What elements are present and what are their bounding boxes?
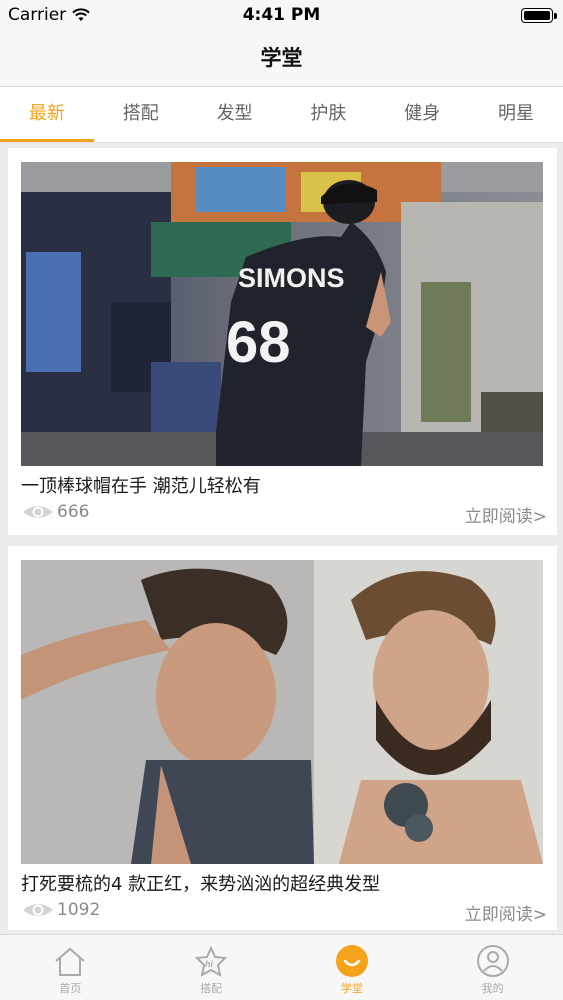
eye-icon: [23, 904, 53, 916]
tab-fitness[interactable]: 健身: [375, 87, 469, 142]
view-count-label: 1092: [57, 900, 101, 920]
bottom-tab-bar: 首页 hi 搭配 学堂 我的: [0, 934, 563, 1000]
smile-icon: [335, 945, 368, 977]
nav-bar: 学堂: [0, 30, 563, 87]
article-image[interactable]: [21, 560, 543, 864]
tab-celebrity[interactable]: 明星: [469, 87, 563, 142]
jersey-name: SIMONS: [238, 263, 345, 293]
article-card[interactable]: SIMONS 68 一顶棒球帽在手 潮范儿轻松有 666 立即阅读>: [8, 148, 557, 535]
article-title[interactable]: 一顶棒球帽在手 潮范儿轻松有: [21, 472, 261, 498]
home-icon: [55, 947, 86, 976]
hairstyle-photo: [21, 560, 543, 864]
svg-text:hi: hi: [205, 959, 213, 969]
page-title: 学堂: [260, 46, 303, 70]
tab-latest[interactable]: 最新: [0, 87, 94, 142]
star-hi-icon: hi: [194, 946, 228, 977]
baseball-cap-photo: SIMONS 68: [21, 162, 543, 466]
article-image[interactable]: SIMONS 68: [21, 162, 543, 466]
tabbar-label: 首页: [59, 982, 82, 995]
tabbar-profile[interactable]: 我的: [422, 935, 563, 1000]
tabbar-home[interactable]: 首页: [0, 935, 141, 1000]
view-count-label: 666: [57, 502, 90, 522]
user-icon: [476, 945, 509, 977]
view-count: 1092: [21, 900, 100, 920]
tab-skincare[interactable]: 护肤: [281, 87, 375, 142]
tab-hairstyle[interactable]: 发型: [188, 87, 282, 142]
article-card[interactable]: 打死要梳的4 款正红，来势汹汹的超经典发型 1092 立即阅读>: [8, 546, 557, 930]
tabbar-label: 搭配: [200, 982, 223, 995]
tabbar-academy[interactable]: 学堂: [282, 935, 423, 1000]
category-tabs: 最新 搭配 发型 护肤 健身 明星: [0, 87, 563, 143]
view-count: 666: [21, 502, 89, 522]
eye-icon: [23, 506, 53, 518]
tabbar-outfits[interactable]: hi 搭配: [141, 935, 282, 1000]
status-bar: Carrier 4:41 PM: [0, 0, 563, 30]
article-title[interactable]: 打死要梳的4 款正红，来势汹汹的超经典发型: [21, 870, 380, 896]
read-now-link[interactable]: 立即阅读>: [465, 502, 547, 527]
status-time: 4:41 PM: [242, 5, 321, 25]
tab-outfits[interactable]: 搭配: [94, 87, 188, 142]
battery-icon: [521, 8, 557, 23]
jersey-number: 68: [226, 310, 291, 375]
tabbar-label: 我的: [481, 982, 504, 995]
tabbar-label: 学堂: [340, 982, 363, 995]
read-now-link[interactable]: 立即阅读>: [465, 900, 547, 925]
